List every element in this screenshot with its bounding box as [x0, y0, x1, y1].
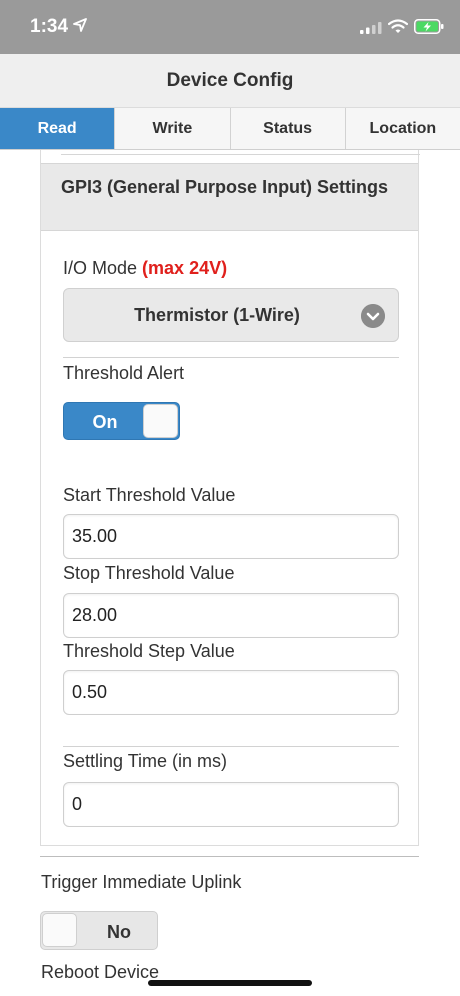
wifi-icon — [388, 19, 408, 33]
panel-top-divider — [61, 154, 420, 155]
section-header: GPI3 (General Purpose Input) Settings — [41, 163, 418, 231]
section-divider — [40, 856, 419, 857]
toggle-state-label: On — [92, 412, 118, 432]
io-mode-label: I/O Mode (max 24V) — [63, 258, 227, 279]
settling-time-label: Settling Time (in ms) — [63, 751, 228, 771]
section-divider — [63, 746, 399, 747]
tab-write[interactable]: Write — [115, 108, 231, 149]
tab-location[interactable]: Location — [346, 108, 460, 149]
stop-threshold-label: Stop Threshold Value — [63, 563, 235, 583]
tab-status[interactable]: Status — [231, 108, 346, 149]
status-bar: 1:34 — [0, 0, 460, 54]
nav-header: Device Config — [0, 54, 460, 108]
toggle-knob — [42, 913, 77, 947]
threshold-alert-toggle[interactable]: On — [63, 402, 180, 440]
reboot-device-label: Reboot Device — [41, 962, 160, 982]
section-title: GPI3 (General Purpose Input) Settings — [61, 177, 389, 197]
threshold-step-label: Threshold Step Value — [63, 641, 235, 661]
start-threshold-label: Start Threshold Value — [63, 485, 236, 505]
threshold-step-input[interactable]: 0.50 — [63, 670, 399, 715]
battery-charging-icon — [414, 19, 444, 34]
section-divider — [63, 357, 399, 358]
chevron-down-icon — [361, 304, 385, 328]
stop-threshold-input[interactable]: 28.00 — [63, 593, 399, 638]
status-time: 1:34 — [30, 16, 69, 37]
page-title: Device Config — [166, 70, 294, 91]
trigger-uplink-toggle[interactable]: No — [40, 911, 158, 950]
tab-read[interactable]: Read — [0, 108, 116, 149]
home-indicator — [148, 980, 312, 986]
gpi3-settings-panel: GPI3 (General Purpose Input) Settings I/… — [40, 150, 420, 846]
threshold-alert-label: Threshold Alert — [63, 363, 185, 383]
location-arrow-icon — [73, 18, 87, 32]
io-mode-select[interactable]: Thermistor (1-Wire) — [63, 288, 399, 342]
cellular-signal-icon — [360, 22, 382, 34]
io-mode-label-text: I/O Mode — [63, 258, 138, 278]
toggle-knob — [143, 404, 178, 438]
tab-bar: Read Write Status Location — [0, 108, 460, 150]
io-mode-voltage-hint: (max 24V) — [142, 258, 228, 278]
trigger-uplink-label: Trigger Immediate Uplink — [41, 872, 242, 892]
start-threshold-input[interactable]: 35.00 — [63, 514, 399, 559]
toggle-state-label: No — [107, 922, 131, 942]
io-mode-selected-value: Thermistor (1-Wire) — [134, 305, 300, 325]
settling-time-input[interactable]: 0 — [63, 782, 399, 827]
